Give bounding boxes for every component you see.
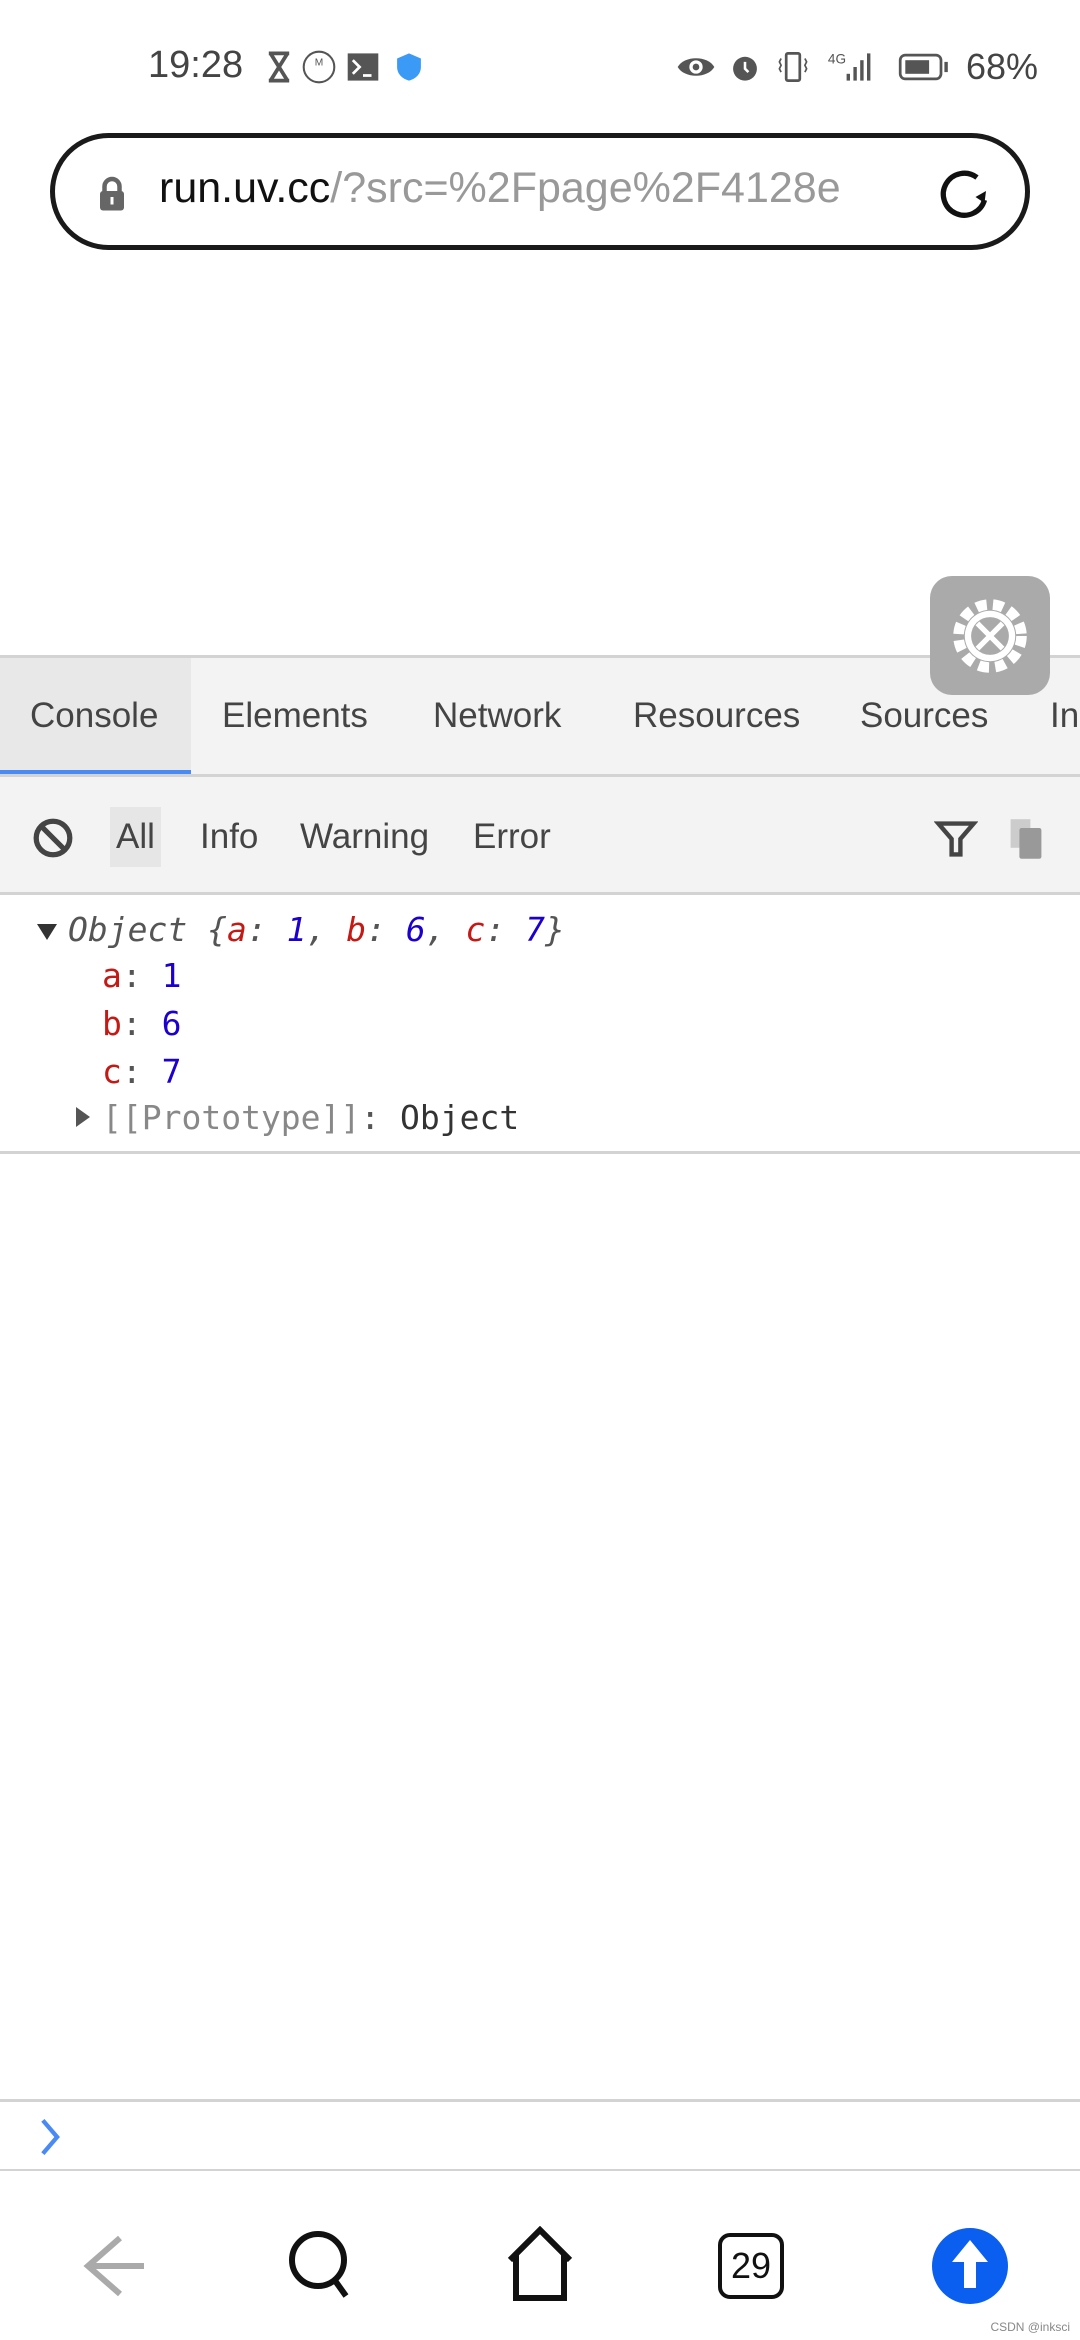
back-icon[interactable] (68, 2226, 148, 2306)
tab-resources[interactable]: Resources (633, 658, 800, 774)
battery-percent: 68% (966, 46, 1039, 87)
devtools-toggle-button[interactable] (930, 576, 1050, 695)
filter-all[interactable]: All (110, 807, 161, 867)
expanded-triangle-icon[interactable] (36, 924, 58, 940)
tab-info[interactable]: In (1050, 658, 1079, 774)
prototype-row[interactable]: [[Prototype]]: Object (102, 1098, 519, 1137)
watermark: CSDN @inksci (990, 2320, 1070, 2334)
object-summary[interactable]: Object {a: 1, b: 6, c: 7} (68, 910, 565, 949)
filter-error[interactable]: Error (467, 807, 557, 867)
filter-icon[interactable] (934, 817, 978, 861)
url-path: /?src=%2Fpage%2F4128e (330, 164, 841, 212)
svg-text:4G: 4G (828, 52, 846, 67)
status-bar: 19:28 M 4G 68% (0, 0, 1080, 120)
metro-icon: M (302, 50, 336, 84)
svg-text:M: M (315, 57, 324, 68)
property-row: b: 6 (102, 1004, 182, 1043)
search-icon[interactable] (282, 2226, 362, 2306)
upgrade-arrow-icon[interactable] (930, 2226, 1010, 2306)
clock: 19:28 (148, 44, 244, 86)
home-icon[interactable] (500, 2226, 580, 2306)
gear-tools-icon (953, 598, 1027, 673)
alarm-icon (733, 56, 757, 81)
shield-icon (397, 53, 421, 81)
property-row: c: 7 (102, 1052, 182, 1091)
battery-icon (898, 53, 948, 81)
eye-icon (677, 58, 715, 76)
address-bar[interactable]: run.uv.cc/?src=%2Fpage%2F4128e (50, 133, 1030, 250)
console-input[interactable] (0, 2099, 1080, 2171)
reload-icon[interactable] (935, 164, 995, 224)
clear-console-icon[interactable] (32, 817, 74, 859)
collapsed-triangle-icon[interactable] (76, 1106, 90, 1128)
filter-info[interactable]: Info (194, 807, 264, 867)
console-filter-bar: All Info Warning Error (0, 777, 1080, 895)
console-log-entry: Object {a: 1, b: 6, c: 7} a: 1 b: 6 c: 7… (0, 898, 1080, 1154)
tab-elements[interactable]: Elements (222, 658, 368, 774)
property-row: a: 1 (102, 956, 182, 995)
terminal-icon (347, 53, 379, 81)
vibrate-icon (778, 52, 808, 82)
url-host: run.uv.cc (159, 164, 331, 212)
devtools-tabs: Console Elements Network Resources Sourc… (0, 655, 1080, 777)
lock-icon (100, 176, 124, 211)
tabs-count-button[interactable]: 29 (718, 2233, 784, 2299)
filter-warning[interactable]: Warning (294, 807, 435, 867)
browser-nav-bar: 29 CSDN @inksci (0, 2171, 1080, 2340)
hourglass-icon (268, 51, 290, 83)
tab-console[interactable]: Console (0, 658, 191, 774)
4g-signal-icon: 4G (828, 52, 871, 81)
tab-network[interactable]: Network (433, 658, 561, 774)
copy-icon[interactable] (1008, 817, 1044, 861)
prompt-chevron-icon (41, 2118, 60, 2156)
url-text[interactable]: run.uv.cc/?src=%2Fpage%2F4128e (159, 164, 939, 213)
